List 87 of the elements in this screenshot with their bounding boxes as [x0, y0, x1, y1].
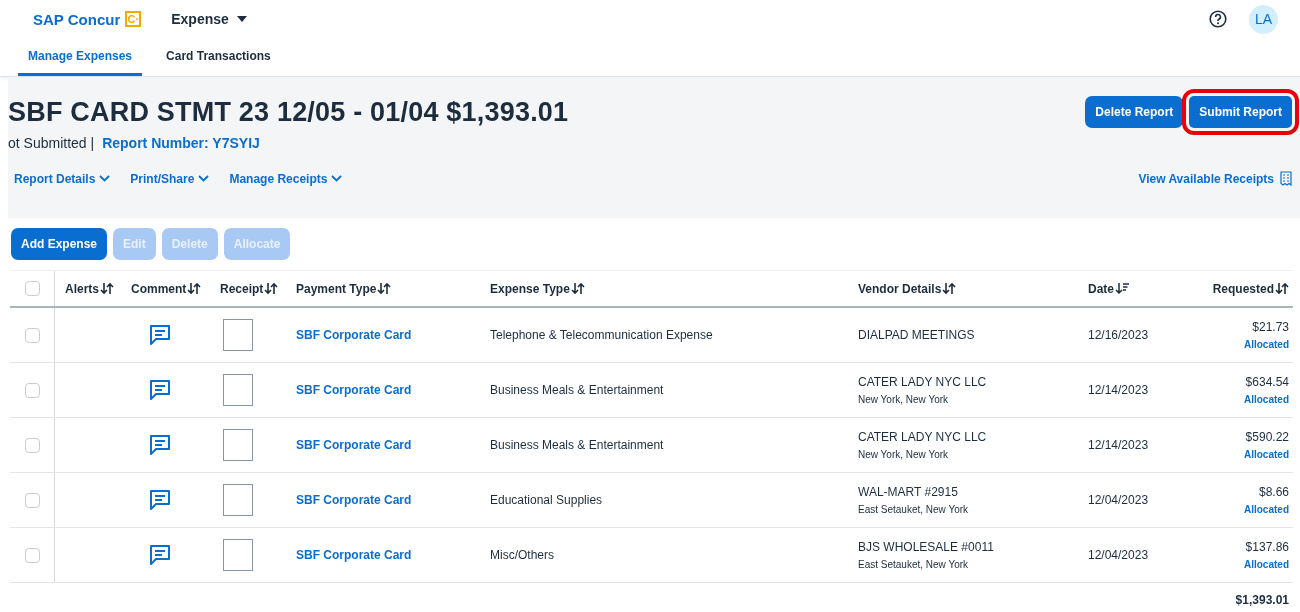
- column-header[interactable]: Vendor Details: [858, 281, 942, 296]
- receipt-thumbnail[interactable]: [223, 429, 253, 461]
- date-cell: 12/16/2023: [1088, 328, 1149, 342]
- column-header[interactable]: Expense Type: [490, 281, 570, 296]
- app-menu[interactable]: Expense: [171, 11, 247, 27]
- receipt-thumbnail[interactable]: [223, 319, 253, 351]
- allocated-link[interactable]: Allocated: [1244, 394, 1289, 405]
- date-cell: 12/04/2023: [1088, 548, 1149, 562]
- amount-cell: $21.73: [1252, 320, 1289, 334]
- row-checkbox[interactable]: [24, 327, 40, 343]
- comment-icon[interactable]: [147, 543, 172, 567]
- allocated-link[interactable]: Allocated: [1244, 559, 1289, 570]
- payment-type-link[interactable]: SBF Corporate Card: [296, 328, 412, 342]
- brand-logo: C·: [125, 11, 142, 27]
- report-menu[interactable]: Report Details: [14, 171, 111, 186]
- row-checkbox[interactable]: [24, 492, 40, 508]
- payment-type-link[interactable]: SBF Corporate Card: [296, 493, 412, 507]
- vendor-name: CATER LADY NYC LLC: [858, 375, 987, 389]
- column-header[interactable]: Comment: [131, 281, 187, 296]
- vendor-location: East Setauket, New York: [858, 504, 969, 515]
- sort-icon[interactable]: [570, 282, 585, 295]
- vendor-location: New York, New York: [858, 394, 949, 405]
- chevron-down-icon: [331, 175, 343, 182]
- date-cell: 12/14/2023: [1088, 438, 1149, 452]
- row-checkbox[interactable]: [24, 382, 40, 398]
- help-icon[interactable]: [1209, 10, 1227, 28]
- report-action-button[interactable]: Delete Report: [1085, 96, 1184, 128]
- vendor-location: East Setauket, New York: [858, 559, 969, 570]
- report-menu[interactable]: Print/Share: [130, 171, 210, 186]
- expense-type-cell: Misc/Others: [490, 548, 554, 562]
- allocated-link[interactable]: Allocated: [1244, 449, 1289, 460]
- report-title: SBF CARD STMT 23 12/05 - 01/04 $1,393.01: [8, 96, 570, 129]
- report-number-link[interactable]: Report Number: Y7SYIJ: [102, 135, 260, 151]
- payment-type-link[interactable]: SBF Corporate Card: [296, 383, 412, 397]
- amount-cell: $634.54: [1245, 375, 1289, 389]
- receipt-thumbnail[interactable]: [223, 484, 253, 516]
- chevron-down-icon: [198, 175, 210, 182]
- comment-icon[interactable]: [147, 488, 172, 512]
- report-status: ot Submitted |: [8, 135, 95, 151]
- view-receipts-link[interactable]: View Available Receipts: [1138, 171, 1274, 186]
- caret-icon: [236, 16, 247, 22]
- expense-type-cell: Educational Supplies: [490, 493, 603, 507]
- nav-tab[interactable]: Card Transactions: [156, 38, 281, 76]
- expense-type-cell: Business Meals & Entertainment: [490, 438, 664, 452]
- vendor-name: WAL-MART #2915: [858, 485, 958, 499]
- expense-type-cell: Business Meals & Entertainment: [490, 383, 664, 397]
- payment-type-link[interactable]: SBF Corporate Card: [296, 438, 412, 452]
- row-checkbox[interactable]: [24, 547, 40, 563]
- vendor-location: New York, New York: [858, 449, 949, 460]
- receipt-icon[interactable]: [1280, 171, 1292, 186]
- vendor-name: DIALPAD MEETINGS: [858, 328, 975, 342]
- receipt-thumbnail[interactable]: [223, 539, 253, 571]
- column-header[interactable]: Date: [1088, 281, 1114, 296]
- expense-type-cell: Telephone & Telecommunication Expense: [490, 328, 713, 342]
- toolbar-button[interactable]: Add Expense: [11, 228, 108, 260]
- sort-icon[interactable]: [100, 282, 114, 295]
- sort-icon[interactable]: [942, 282, 957, 295]
- chevron-down-icon: [99, 175, 111, 182]
- comment-icon[interactable]: [147, 323, 172, 347]
- comment-icon[interactable]: [147, 378, 172, 402]
- sort-icon[interactable]: [187, 282, 202, 295]
- amount-cell: $137.86: [1245, 540, 1289, 554]
- column-header[interactable]: Payment Type: [296, 281, 377, 296]
- vendor-name: BJS WHOLESALE #0011: [858, 540, 994, 554]
- vendor-name: CATER LADY NYC LLC: [858, 430, 987, 444]
- sort-icon[interactable]: [1275, 282, 1289, 295]
- sort-icon[interactable]: [377, 282, 392, 295]
- comment-icon[interactable]: [147, 433, 172, 457]
- allocated-link[interactable]: Allocated: [1244, 339, 1289, 350]
- column-header[interactable]: Receipt: [220, 281, 264, 296]
- amount-cell: $590.22: [1245, 430, 1289, 444]
- row-checkbox[interactable]: [24, 437, 40, 453]
- sort-icon[interactable]: [264, 282, 279, 295]
- report-menu[interactable]: Manage Receipts: [229, 171, 343, 186]
- report-total: $1,393.01: [1235, 593, 1289, 607]
- brand-name[interactable]: SAP Concur: [33, 10, 121, 28]
- select-all-checkbox[interactable]: [24, 281, 40, 296]
- user-avatar[interactable]: LA: [1249, 4, 1278, 34]
- column-header[interactable]: Alerts: [65, 281, 99, 296]
- date-cell: 12/04/2023: [1088, 493, 1149, 507]
- receipt-thumbnail[interactable]: [223, 374, 253, 406]
- amount-cell: $8.66: [1258, 485, 1289, 499]
- sort-descending-icon[interactable]: [1115, 282, 1129, 295]
- allocated-link[interactable]: Allocated: [1244, 504, 1289, 515]
- date-cell: 12/14/2023: [1088, 383, 1149, 397]
- column-header[interactable]: Requested: [1212, 281, 1274, 296]
- payment-type-link[interactable]: SBF Corporate Card: [296, 548, 412, 562]
